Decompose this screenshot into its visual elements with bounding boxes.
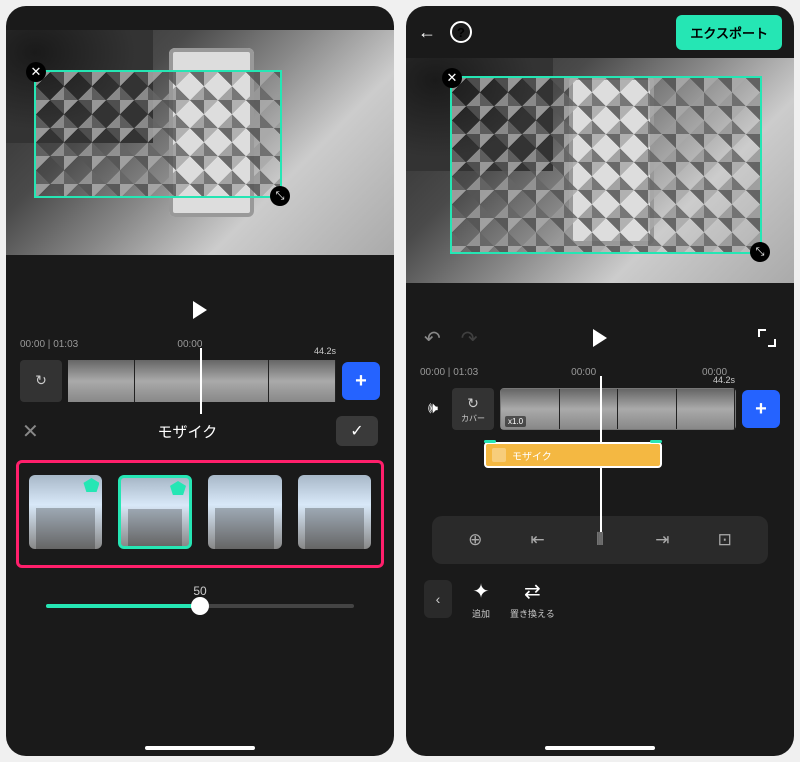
- slider-thumb[interactable]: [191, 597, 209, 615]
- playback-controls: ↶ ↷: [406, 313, 794, 363]
- mosaic-styles-row: [16, 460, 384, 568]
- timeline[interactable]: ↻ 44.2s +: [6, 354, 394, 408]
- trim-left-icon[interactable]: ⇤: [526, 530, 550, 550]
- timeline[interactable]: 🕪 ↻ カバー 44.2s x1.0 +: [406, 382, 794, 436]
- undo-redo-group: ↶ ↷: [424, 326, 478, 351]
- collapse-panel-button[interactable]: ‹: [424, 580, 452, 618]
- mosaic-overlay: [36, 72, 280, 196]
- mosaic-effect-icon: [492, 448, 506, 462]
- play-button[interactable]: [193, 301, 207, 319]
- redo-icon[interactable]: ↷: [461, 326, 478, 351]
- add-clip-button[interactable]: +: [742, 390, 780, 428]
- replace-effect-icon: ⇄: [524, 579, 541, 604]
- panel-title: モザイク: [39, 421, 336, 442]
- home-indicator[interactable]: [145, 746, 255, 750]
- time-marks: 00:00: [118, 339, 380, 350]
- slider-track[interactable]: [46, 604, 354, 608]
- time-marks: 00:00 00:00: [518, 367, 780, 378]
- premium-badge-icon: [170, 481, 186, 495]
- add-effect-icon: ✦: [473, 579, 490, 604]
- undo-icon[interactable]: ↶: [424, 326, 441, 351]
- export-button[interactable]: エクスポート: [676, 15, 782, 50]
- playback-controls: [6, 285, 394, 335]
- add-effect-label: 追加: [472, 607, 490, 620]
- mosaic-effect-clip[interactable]: モザイク: [484, 442, 662, 468]
- premium-badge-icon: [83, 478, 99, 492]
- back-icon[interactable]: ←: [418, 22, 436, 43]
- mosaic-selection-box[interactable]: ✕ ⤡: [34, 70, 282, 198]
- cover-thumbnail[interactable]: ↻: [20, 360, 62, 402]
- action-row: ‹ ✦ 追加 ⇄ 置き換える: [406, 570, 794, 628]
- mosaic-edit-screen: ✕ ⤡ 00:00 | 01:03 00:00 ↻ 44.2s + ✕ モザイク…: [6, 6, 394, 756]
- mosaic-overlay: [452, 78, 760, 252]
- cover-label: カバー: [461, 413, 485, 424]
- playhead[interactable]: [200, 348, 202, 414]
- slider-fill: [46, 604, 200, 608]
- mosaic-resize-handle[interactable]: ⤡: [270, 186, 290, 206]
- video-clip[interactable]: 44.2s: [68, 360, 336, 402]
- timeline-edit-screen: ← ? エクスポート ✕ ⤡ ↶ ↷ 00:00 | 01:03 00:00 0…: [406, 6, 794, 756]
- mosaic-style-1[interactable]: [29, 475, 102, 549]
- video-clip[interactable]: 44.2s x1.0: [500, 388, 736, 430]
- refresh-icon: ↻: [467, 395, 479, 412]
- top-bar: ← ? エクスポート: [406, 6, 794, 58]
- slider-value-label: 50: [46, 584, 354, 598]
- copy-icon[interactable]: ⊕: [463, 530, 487, 550]
- split-icon[interactable]: ⦀: [588, 530, 612, 550]
- close-icon[interactable]: ✕: [22, 419, 39, 444]
- mosaic-style-4[interactable]: [298, 475, 371, 549]
- clip-speed-label: x1.0: [505, 416, 526, 427]
- trim-right-icon[interactable]: ⇥: [650, 530, 674, 550]
- clip-duration-label: 44.2s: [713, 375, 735, 385]
- replace-effect-label: 置き換える: [510, 607, 555, 620]
- replace-effect-button[interactable]: ⇄ 置き換える: [510, 579, 555, 620]
- intensity-slider[interactable]: 50: [6, 574, 394, 628]
- mosaic-panel-header: ✕ モザイク ✓: [6, 408, 394, 454]
- effect-clip-label: モザイク: [512, 448, 552, 463]
- add-effect-button[interactable]: ✦ 追加: [472, 579, 490, 620]
- confirm-button[interactable]: ✓: [336, 416, 378, 446]
- audio-toggle-icon[interactable]: 🕪: [420, 396, 446, 422]
- mosaic-remove-handle[interactable]: ✕: [26, 62, 46, 82]
- mosaic-selection-box[interactable]: ✕ ⤡: [450, 76, 762, 254]
- effect-track[interactable]: モザイク: [484, 442, 780, 472]
- mosaic-style-3[interactable]: [208, 475, 281, 549]
- add-clip-button[interactable]: +: [342, 362, 380, 400]
- mosaic-resize-handle[interactable]: ⤡: [750, 242, 770, 262]
- settings-icon[interactable]: ⊡: [713, 530, 737, 550]
- cover-thumbnail[interactable]: ↻ カバー: [452, 388, 494, 430]
- help-icon[interactable]: ?: [450, 21, 472, 43]
- time-display: 00:00 | 01:03: [20, 339, 78, 350]
- clip-duration-label: 44.2s: [314, 346, 336, 356]
- mosaic-style-2[interactable]: [118, 475, 192, 549]
- video-preview[interactable]: ✕ ⤡: [6, 30, 394, 255]
- time-display: 00:00 | 01:03: [420, 367, 478, 378]
- home-indicator[interactable]: [545, 746, 655, 750]
- play-button[interactable]: [593, 329, 607, 347]
- video-preview[interactable]: ✕ ⤡: [406, 58, 794, 283]
- fullscreen-button[interactable]: [758, 329, 776, 347]
- refresh-icon: ↻: [35, 372, 47, 389]
- mosaic-remove-handle[interactable]: ✕: [442, 68, 462, 88]
